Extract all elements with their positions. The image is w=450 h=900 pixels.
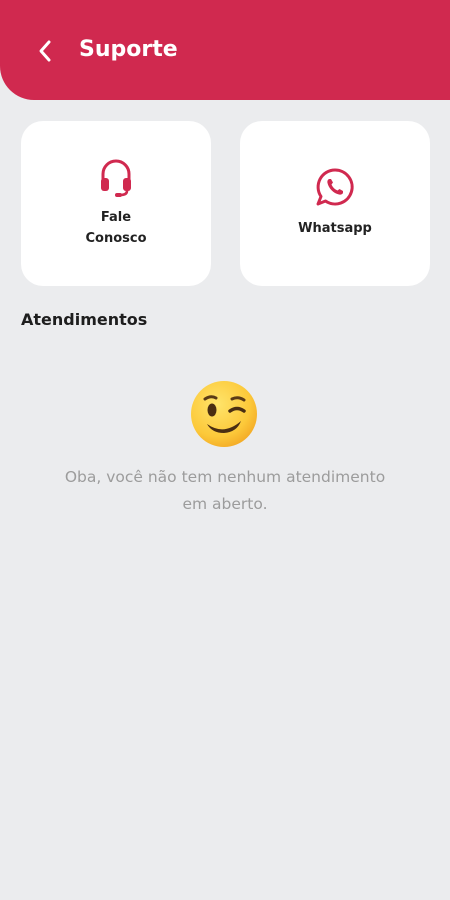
chevron-left-icon <box>39 40 51 62</box>
fale-conosco-card[interactable]: Fale Conosco <box>21 121 211 286</box>
winking-face-emoji <box>187 380 261 448</box>
empty-state-message: Oba, você não tem nenhum atendimento em … <box>64 468 386 513</box>
whatsapp-label: Whatsapp <box>298 221 372 236</box>
fale-conosco-label: Fale Conosco <box>85 210 147 246</box>
section-title-atendimentos: Atendimentos <box>21 310 148 329</box>
back-button[interactable] <box>30 36 60 66</box>
app-header: Suporte <box>0 0 450 100</box>
page-title: Suporte <box>79 37 178 62</box>
headset-icon <box>21 158 211 198</box>
whatsapp-icon <box>240 167 430 207</box>
whatsapp-card[interactable]: Whatsapp <box>240 121 430 286</box>
